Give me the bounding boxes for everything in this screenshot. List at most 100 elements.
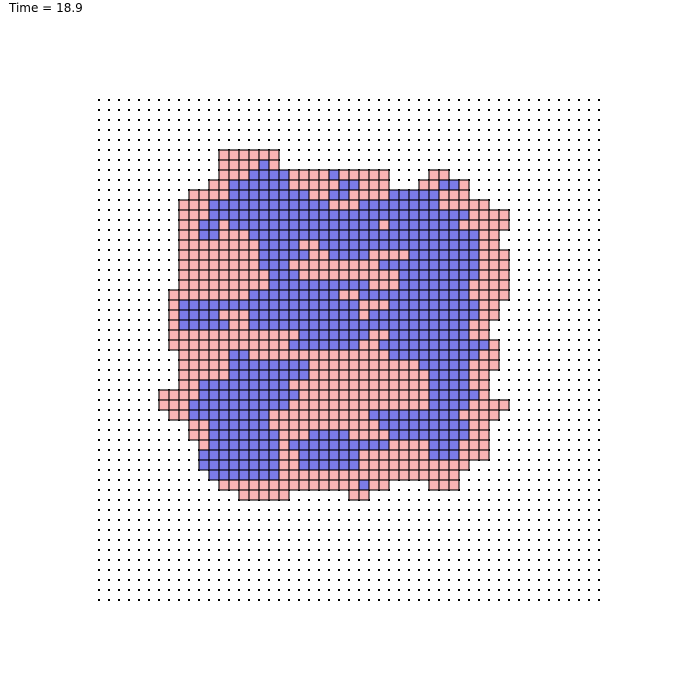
grid-dot	[598, 559, 600, 561]
grid-dot	[188, 459, 190, 461]
grid-dot	[558, 99, 560, 101]
grid-dot	[408, 99, 410, 101]
pink-cell	[228, 339, 240, 351]
grid-dot	[528, 309, 530, 311]
grid-dot	[478, 99, 480, 101]
grid-dot	[538, 119, 540, 121]
grid-dot	[168, 499, 170, 501]
grid-dot	[558, 109, 560, 111]
grid-dot	[198, 129, 200, 131]
blue-cell	[308, 299, 320, 311]
pink-cell	[398, 389, 410, 401]
blue-cell	[428, 209, 440, 221]
blue-cell	[218, 449, 230, 461]
pink-cell	[498, 399, 510, 411]
pink-cell	[348, 409, 360, 421]
grid-dot	[498, 329, 500, 331]
grid-dot	[218, 519, 220, 521]
grid-dot	[108, 119, 110, 121]
grid-dot	[98, 249, 100, 251]
blue-cell	[418, 199, 430, 211]
grid-dot	[568, 559, 570, 561]
grid-dot	[348, 569, 350, 571]
grid-dot	[588, 229, 590, 231]
grid-dot	[508, 369, 510, 371]
blue-cell	[278, 239, 290, 251]
grid-dot	[538, 349, 540, 351]
grid-dot	[228, 579, 230, 581]
grid-dot	[578, 109, 580, 111]
blue-cell	[268, 469, 280, 481]
grid-dot	[388, 99, 390, 101]
grid-dot	[368, 139, 370, 141]
grid-dot	[598, 579, 600, 581]
grid-dot	[558, 349, 560, 351]
grid-dot	[508, 559, 510, 561]
pink-cell	[278, 449, 290, 461]
blue-cell	[238, 209, 250, 221]
grid-dot	[518, 119, 520, 121]
grid-dot	[148, 189, 150, 191]
grid-dot	[398, 149, 400, 151]
blue-cell	[198, 219, 210, 231]
grid-dot	[378, 519, 380, 521]
pink-cell	[388, 279, 400, 291]
grid-dot	[308, 579, 310, 581]
blue-cell	[418, 219, 430, 231]
blue-cell	[388, 259, 400, 271]
pink-cell	[498, 269, 510, 281]
grid-dot	[128, 159, 130, 161]
grid-dot	[108, 289, 110, 291]
grid-dot	[98, 119, 100, 121]
grid-dot	[198, 479, 200, 481]
grid-dot	[328, 109, 330, 111]
blue-cell	[398, 329, 410, 341]
blue-cell	[208, 309, 220, 321]
blue-cell	[228, 349, 240, 361]
grid-dot	[518, 199, 520, 201]
pink-cell	[478, 199, 490, 211]
pink-cell	[288, 349, 300, 361]
grid-dot	[488, 569, 490, 571]
blue-cell	[398, 209, 410, 221]
grid-dot	[388, 569, 390, 571]
grid-dot	[318, 99, 320, 101]
grid-dot	[98, 439, 100, 441]
grid-dot	[348, 159, 350, 161]
grid-dot	[568, 139, 570, 141]
grid-dot	[568, 169, 570, 171]
pink-cell	[378, 399, 390, 411]
grid-dot	[498, 199, 500, 201]
blue-cell	[278, 279, 290, 291]
grid-dot	[598, 309, 600, 311]
grid-dot	[548, 169, 550, 171]
pink-cell	[288, 409, 300, 421]
grid-dot	[118, 179, 120, 181]
grid-dot	[548, 469, 550, 471]
grid-dot	[498, 149, 500, 151]
blue-cell	[298, 319, 310, 331]
grid-dot	[568, 99, 570, 101]
grid-dot	[438, 499, 440, 501]
pink-cell	[228, 169, 240, 181]
pink-cell	[448, 199, 460, 211]
pink-cell	[328, 359, 340, 371]
grid-dot	[558, 259, 560, 261]
grid-dot	[138, 519, 140, 521]
grid-dot	[518, 139, 520, 141]
grid-dot	[568, 119, 570, 121]
blue-cell	[458, 389, 470, 401]
blue-cell	[328, 189, 340, 201]
grid-dot	[128, 199, 130, 201]
grid-dot	[128, 279, 130, 281]
blue-cell	[288, 309, 300, 321]
grid-dot	[318, 119, 320, 121]
pink-cell	[238, 329, 250, 341]
grid-dot	[588, 169, 590, 171]
grid-dot	[158, 599, 160, 601]
grid-dot	[528, 479, 530, 481]
grid-dot	[508, 239, 510, 241]
grid-dot	[338, 589, 340, 591]
pink-cell	[228, 479, 240, 491]
pink-cell	[348, 469, 360, 481]
